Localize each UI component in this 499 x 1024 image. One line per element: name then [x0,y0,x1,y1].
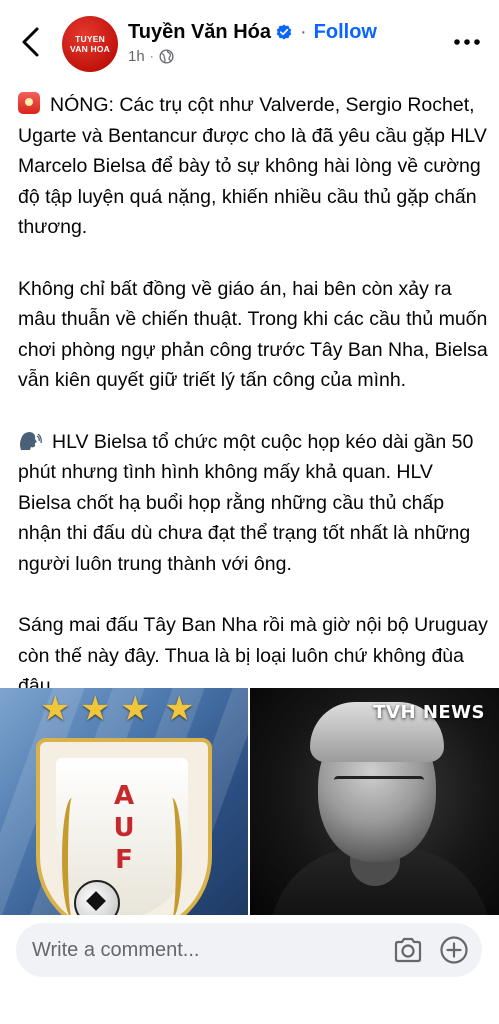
page-name[interactable]: Tuyền Văn Hóa [128,21,271,44]
globe-icon [159,48,174,64]
verified-badge-icon [276,24,292,40]
image-watermark: TVH NEWS [373,702,485,723]
more-dots-icon[interactable] [452,30,482,54]
post-paragraph: HLV Bielsa tổ chức một cuộc họp kéo dài … [18,427,488,580]
follow-button[interactable]: Follow [314,21,377,44]
paragraph-text: Không chỉ bất đồng về giáo án, hai bên c… [18,277,488,392]
coach-portrait-photo: TVH NEWS [250,688,499,915]
chevron-left-icon[interactable] [18,26,44,58]
uruguay-badge-photo: ★ ★ ★ ★ A U F [0,688,248,915]
star-icon: ★ [40,690,71,728]
comment-box[interactable] [16,923,482,977]
post-image[interactable]: ★ ★ ★ ★ A U F TVH NEWS [0,688,499,915]
post-meta: 1h · [128,46,174,66]
separator-dot: · [300,20,307,43]
comment-composer [0,915,499,1024]
post-paragraph: Không chỉ bất đồng về giáo án, hai bên c… [18,274,488,396]
auf-crest: A U F [36,738,212,915]
author-row: Tuyền Văn Hóa · Follow [128,19,377,45]
meta-separator: · [149,49,154,63]
avatar-text-line1: TUYEN [75,34,105,44]
camera-icon[interactable] [393,936,423,964]
paragraph-text: HLV Bielsa tổ chức một cuộc họp kéo dài … [18,430,474,575]
star-icon: ★ [80,690,111,728]
post-time[interactable]: 1h [128,48,145,65]
avatar[interactable]: TUYEN VAN HOA [62,16,118,72]
star-icon: ★ [164,690,195,728]
speaking-head-emoji-icon [20,431,42,450]
post-header: TUYEN VAN HOA Tuyền Văn Hóa · Follow 1h … [0,0,499,86]
comment-input[interactable] [32,923,372,977]
avatar-text-line2: VAN HOA [70,44,110,54]
post-paragraph: NÓNG: Các trụ cột như Valverde, Sergio R… [18,90,488,243]
star-icon: ★ [120,690,151,728]
paragraph-text: NÓNG: Các trụ cột như Valverde, Sergio R… [18,94,487,238]
paragraph-text: Sáng mai đấu Tây Ban Nha rồi mà giờ nội … [18,614,488,697]
post-body: NÓNG: Các trụ cột như Valverde, Sergio R… [18,90,488,702]
crest-letters: A U F [113,781,135,875]
plus-circle-icon[interactable] [439,935,469,965]
siren-emoji-icon [18,92,40,114]
